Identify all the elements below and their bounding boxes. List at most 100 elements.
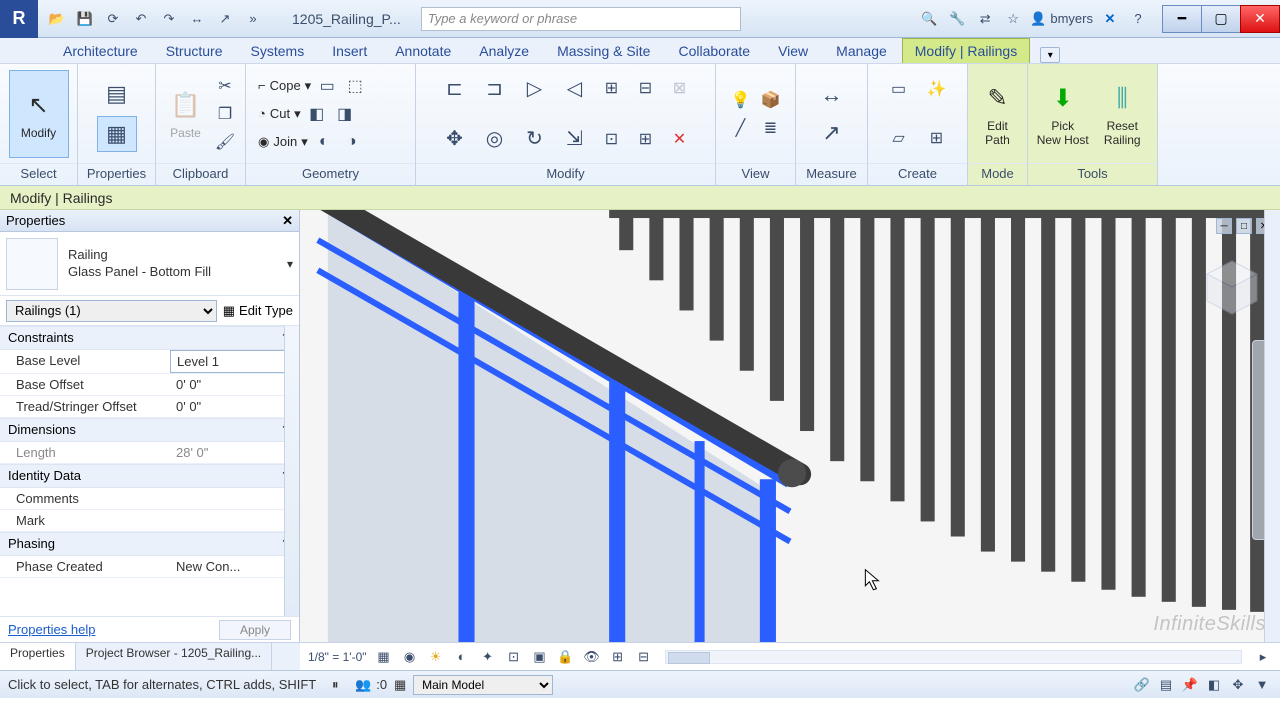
save-icon[interactable]: 💾 [74, 8, 96, 30]
tab-collaborate[interactable]: Collaborate [665, 38, 763, 63]
more-icon[interactable]: » [242, 8, 264, 30]
geom1-icon[interactable]: ▭ [315, 74, 339, 98]
instance-filter[interactable]: Railings (1) [6, 300, 217, 322]
pick-new-host-button[interactable]: ⬇ Pick New Host [1036, 70, 1090, 158]
mirror-tool-icon[interactable]: ▷ [520, 73, 550, 103]
tab-structure[interactable]: Structure [153, 38, 236, 63]
offset-tool-icon[interactable]: ⊐ [480, 73, 510, 103]
select-underlay-icon[interactable]: ▤ [1156, 675, 1176, 695]
copy-tool-icon[interactable]: ◎ [480, 124, 510, 154]
mirror2-tool-icon[interactable]: ◁ [560, 73, 590, 103]
group-identity[interactable]: Identity Data⌃ [0, 464, 299, 488]
align-tool-icon[interactable]: ⊏ [440, 73, 470, 103]
reset-railing-button[interactable]: ⫼ Reset Railing [1096, 70, 1150, 158]
align-icon[interactable]: ↗ [214, 8, 236, 30]
key-icon[interactable]: 🔧 [946, 8, 968, 30]
chevron-down-icon[interactable]: ▾ [287, 257, 293, 271]
close-panel-icon[interactable]: ✕ [282, 213, 293, 229]
prop-value[interactable]: 0' 0" [170, 396, 285, 417]
select-links-icon[interactable]: 🔗 [1132, 675, 1152, 695]
workset-icon[interactable]: ▦ [391, 676, 409, 694]
exchange-icon[interactable]: ⇄ [974, 8, 996, 30]
view-min-icon[interactable]: ─ [1216, 218, 1232, 234]
user-menu[interactable]: 👤 bmyers [1030, 11, 1093, 27]
select-face-icon[interactable]: ◧ [1204, 675, 1224, 695]
bulb-icon[interactable]: 💡 [729, 88, 753, 112]
dimension-icon[interactable]: ↔ [815, 78, 849, 112]
cope-button[interactable]: ⌐Cope▾▭⬚ [254, 74, 371, 98]
lock-icon[interactable]: 🔒 [557, 648, 575, 666]
tab-project-browser[interactable]: Project Browser - 1205_Railing... [76, 643, 272, 670]
delete-icon[interactable]: ✕ [668, 127, 692, 151]
select-pinned-icon[interactable]: 📌 [1180, 675, 1200, 695]
redo-icon[interactable]: ↷ [158, 8, 180, 30]
edit-path-button[interactable]: ✎ Edit Path [976, 70, 1019, 158]
editable-only-icon[interactable]: 👥 [354, 676, 372, 694]
line-icon[interactable]: ╱ [729, 116, 753, 140]
binoculars-icon[interactable]: 🔍 [918, 8, 940, 30]
prop-value[interactable]: 0' 0" [170, 374, 285, 395]
prop-value[interactable]: New Con... [170, 556, 285, 577]
drag-icon[interactable]: ✥ [1228, 675, 1248, 695]
undo-icon[interactable]: ↶ [130, 8, 152, 30]
apply-button[interactable]: Apply [219, 620, 291, 640]
scroll-right-icon[interactable]: ▸ [1254, 648, 1272, 666]
tab-massing-site[interactable]: Massing & Site [544, 38, 663, 63]
box-icon[interactable]: 📦 [759, 88, 783, 112]
measure-tool-icon[interactable]: ↗ [815, 116, 849, 150]
tab-manage[interactable]: Manage [823, 38, 900, 63]
prop-value[interactable]: Level 1 [170, 350, 285, 373]
create4-icon[interactable]: ⊞ [922, 123, 952, 153]
group-dimensions[interactable]: Dimensions⌃ [0, 418, 299, 442]
workset-select[interactable]: Main Model [413, 675, 553, 695]
tab-analyze[interactable]: Analyze [466, 38, 542, 63]
layers-icon[interactable]: ≣ [759, 116, 783, 140]
sun-path-icon[interactable]: ☀ [427, 648, 445, 666]
group-phasing[interactable]: Phasing⌃ [0, 532, 299, 556]
trim-tool-icon[interactable]: ⇲ [560, 124, 590, 154]
tab-systems[interactable]: Systems [238, 38, 318, 63]
geom3-icon[interactable]: ◧ [305, 102, 329, 126]
cut-icon[interactable]: ✂ [213, 74, 237, 98]
grp1-icon[interactable]: ⊞ [600, 76, 624, 100]
tab-modify-railings[interactable]: Modify | Railings [902, 38, 1030, 63]
create1-icon[interactable]: ▭ [884, 74, 914, 104]
join-button[interactable]: ◉Join▾◐◑ [254, 130, 368, 154]
cut-geom-button[interactable]: ◔Cut▾◧◨ [254, 102, 361, 126]
close-button[interactable]: ✕ [1240, 5, 1280, 33]
create2-icon[interactable]: ✨ [922, 74, 952, 104]
app-menu-icon[interactable]: R [0, 0, 38, 38]
grp3-icon[interactable]: ⊠ [668, 76, 692, 100]
tab-annotate[interactable]: Annotate [382, 38, 464, 63]
analytical-icon[interactable]: ⊟ [635, 648, 653, 666]
view-cube[interactable] [1202, 256, 1262, 316]
crop-region-icon[interactable]: ▣ [531, 648, 549, 666]
geom4-icon[interactable]: ◨ [333, 102, 357, 126]
measure-icon[interactable]: ↔ [186, 8, 208, 30]
favorite-icon[interactable]: ☆ [1002, 8, 1024, 30]
tab-view[interactable]: View [765, 38, 821, 63]
modify-button[interactable]: ↖ Modify [9, 70, 69, 158]
geom6-icon[interactable]: ◑ [340, 130, 364, 154]
vertical-scrollbar[interactable] [1264, 210, 1280, 642]
match-icon[interactable]: 🖌 [213, 130, 237, 154]
grp2-icon[interactable]: ⊟ [634, 76, 658, 100]
ribbon-minimize-icon[interactable]: ▾ [1040, 47, 1060, 63]
render-icon[interactable]: ✦ [479, 648, 497, 666]
visual-style-icon[interactable]: ◉ [401, 648, 419, 666]
properties-palette-icon[interactable]: ▦ [97, 116, 137, 152]
view-max-icon[interactable]: □ [1236, 218, 1252, 234]
tab-architecture[interactable]: Architecture [50, 38, 151, 63]
sync-icon[interactable]: ⟳ [102, 8, 124, 30]
prop-value[interactable] [170, 488, 285, 509]
selected-railing[interactable] [308, 210, 806, 642]
crop-icon[interactable]: ⊡ [505, 648, 523, 666]
grp5-icon[interactable]: ⊞ [634, 127, 658, 151]
detail-level-icon[interactable]: ▦ [375, 648, 393, 666]
filter-icon[interactable]: ▼ [1252, 675, 1272, 695]
type-selector[interactable]: Railing Glass Panel - Bottom Fill ▾ [0, 232, 299, 296]
open-icon[interactable]: 📂 [46, 8, 68, 30]
x-cloud-icon[interactable]: ✕ [1099, 8, 1121, 30]
shadows-icon[interactable]: ◐ [453, 648, 471, 666]
rotate-tool-icon[interactable]: ↻ [520, 124, 550, 154]
